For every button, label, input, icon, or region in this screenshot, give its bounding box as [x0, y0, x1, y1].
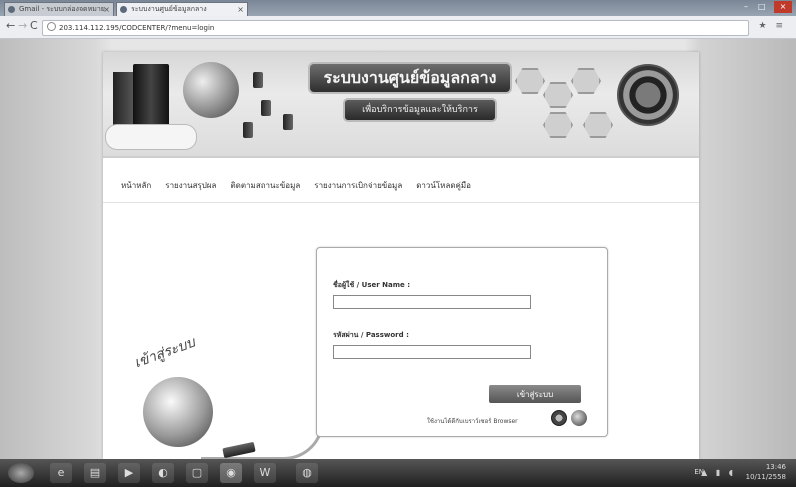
site-subtitle: เพื่อบริการข้อมูลและให้บริการ	[343, 98, 497, 122]
browser-tab[interactable]: Gmail - ระบบกล่องจดหมาย ×	[4, 2, 114, 16]
favicon-icon	[8, 6, 15, 13]
browser-tab-bar: Gmail - ระบบกล่องจดหมาย × ระบบงานศูนย์ข้…	[0, 0, 796, 16]
menu-item-disbursement-report[interactable]: รายงานการเบิกจ่ายข้อมูล	[314, 179, 402, 192]
address-text: 203.114.112.195/CODCENTER/?menu=login	[59, 24, 215, 32]
login-panel: ชื่อผู้ใช้ / User Name : รหัสผ่าน / Pass…	[316, 247, 608, 437]
ie-icon[interactable]: e	[50, 463, 72, 483]
menu-item-summary-report[interactable]: รายงานสรุปผล	[165, 179, 216, 192]
firefox-icon[interactable]	[571, 410, 587, 426]
page-info-icon[interactable]	[47, 22, 56, 31]
hexagon-decoration	[571, 68, 601, 94]
browser-toolbar: ← → C 203.114.112.195/CODCENTER/?menu=lo…	[0, 16, 796, 39]
forward-icon[interactable]: →	[18, 20, 27, 32]
toolbar-icons[interactable]: ★ ≡	[759, 21, 786, 31]
storage-icon	[253, 72, 263, 88]
organization-seal-logo	[617, 64, 679, 126]
globe-illustration	[143, 377, 213, 447]
username-input[interactable]	[333, 295, 531, 309]
window-close-icon[interactable]: ×	[774, 1, 792, 13]
start-button[interactable]	[8, 463, 34, 483]
hexagon-decoration	[583, 112, 613, 138]
system-tray-icons[interactable]: ▲ ▮ ◖	[701, 468, 736, 477]
cloud-image	[105, 124, 197, 150]
web-page: ระบบงานศูนย์ข้อมูลกลาง เพื่อบริการข้อมูล…	[103, 52, 699, 459]
storage-icon	[243, 122, 253, 138]
site-title: ระบบงานศูนย์ข้อมูลกลาง	[308, 62, 512, 94]
address-bar[interactable]: 203.114.112.195/CODCENTER/?menu=login	[42, 20, 749, 36]
browser-support-note: ใช้งานได้ดีกับเบราว์เซอร์ Browser	[427, 418, 518, 425]
taskbar: e ▤ ▶ ◐ ▢ ◉ W ◍ ▲ ▮ ◖ EN 13:46 10/11/255…	[0, 459, 796, 487]
chrome-icon[interactable]	[551, 410, 567, 426]
password-label: รหัสผ่าน / Password :	[333, 331, 409, 339]
browser-tab-active[interactable]: ระบบงานศูนย์ข้อมูลกลาง ×	[116, 2, 248, 16]
login-button[interactable]: เข้าสู่ระบบ	[489, 385, 581, 403]
media-player-icon[interactable]: ▶	[118, 463, 140, 483]
banner-globe-image	[183, 62, 239, 118]
explorer-icon[interactable]: ▤	[84, 463, 106, 483]
app-icon[interactable]: ◍	[296, 463, 318, 483]
cable-illustration	[201, 412, 324, 459]
main-menu: หน้าหลัก รายงานสรุปผล ติดตามสถานะข้อมูล …	[121, 179, 471, 192]
menu-item-home[interactable]: หน้าหลัก	[121, 179, 151, 192]
storage-icon	[261, 100, 271, 116]
storage-icon	[283, 114, 293, 130]
app-icon[interactable]: ◐	[152, 463, 174, 483]
username-label: ชื่อผู้ใช้ / User Name :	[333, 281, 411, 289]
language-indicator[interactable]: EN	[694, 468, 704, 476]
menu-item-download-manual[interactable]: ดาวน์โหลดคู่มือ	[416, 179, 471, 192]
password-input[interactable]	[333, 345, 531, 359]
reload-icon[interactable]: C	[30, 20, 38, 32]
tab-close-icon[interactable]: ×	[103, 3, 110, 16]
server-image	[113, 72, 133, 132]
site-banner: ระบบงานศูนย์ข้อมูลกลาง เพื่อบริการข้อมูล…	[103, 52, 699, 156]
tab-title: ระบบงานศูนย์ข้อมูลกลาง	[131, 5, 207, 13]
app-icon[interactable]: ▢	[186, 463, 208, 483]
clock-date: 10/11/2558	[745, 473, 786, 481]
chrome-taskbar-icon[interactable]: ◉	[220, 463, 242, 483]
favicon-icon	[120, 6, 127, 13]
tab-title: Gmail - ระบบกล่องจดหมาย	[19, 5, 105, 13]
viewport: ระบบงานศูนย์ข้อมูลกลาง เพื่อบริการข้อมูล…	[0, 39, 796, 459]
hexagon-decoration	[543, 82, 573, 108]
window-maximize-icon[interactable]: □	[758, 1, 766, 13]
clock[interactable]: 13:46 10/11/2558	[746, 462, 786, 482]
hexagon-decoration	[543, 112, 573, 138]
banner-divider	[103, 156, 699, 158]
clock-time: 13:46	[765, 463, 786, 471]
tab-close-icon[interactable]: ×	[237, 3, 244, 16]
back-icon[interactable]: ←	[6, 20, 15, 32]
window-minimize-icon[interactable]: –	[744, 1, 748, 13]
menu-divider	[103, 202, 699, 203]
login-caption: เข้าสู่ระบบ	[132, 334, 198, 372]
hexagon-decoration	[515, 68, 545, 94]
menu-item-track-status[interactable]: ติดตามสถานะข้อมูล	[230, 179, 300, 192]
word-icon[interactable]: W	[254, 463, 276, 483]
